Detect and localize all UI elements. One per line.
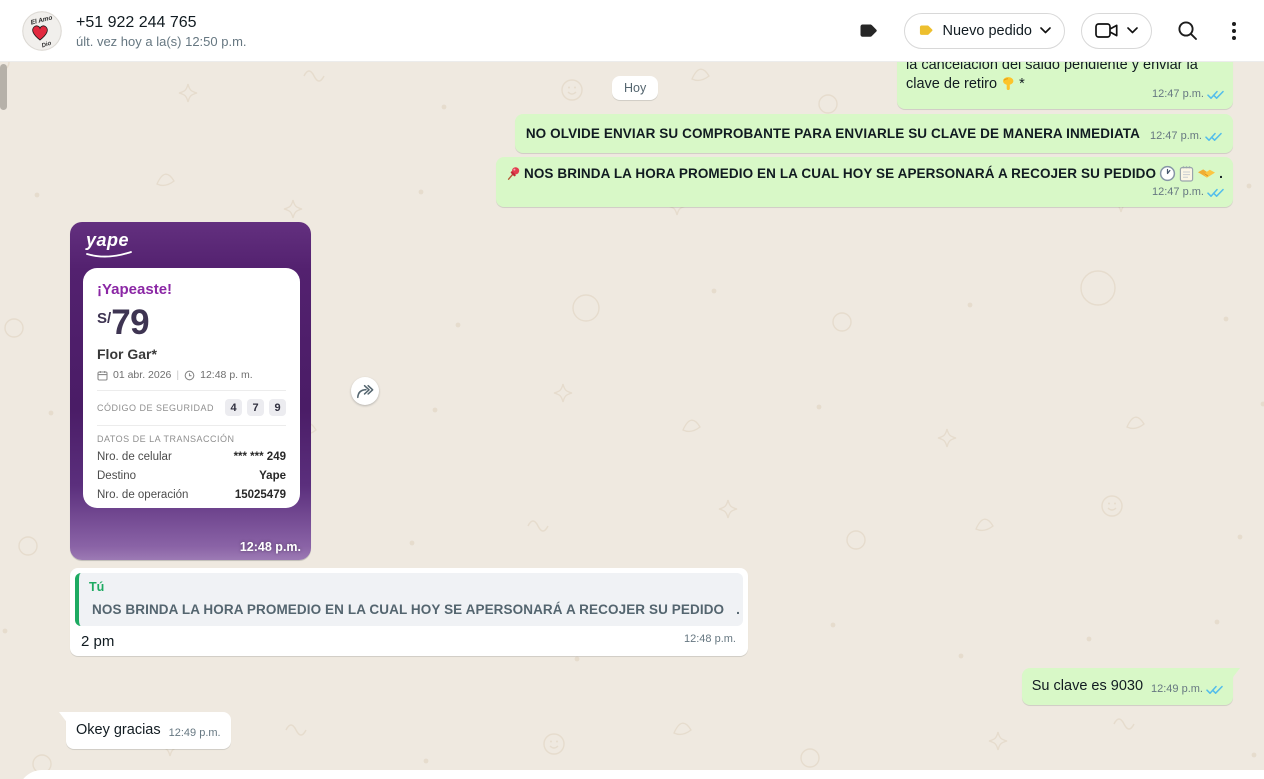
- message-text: Su clave es 9030: [1032, 677, 1143, 696]
- read-ticks-icon: [1207, 188, 1224, 198]
- message-text: Okey gracias: [76, 721, 161, 740]
- message-outgoing-clave[interactable]: Su clave es 9030 12:49 p.m.: [1022, 668, 1233, 705]
- read-ticks-icon: [1205, 132, 1222, 142]
- contact-name: +51 922 244 765: [76, 13, 247, 32]
- message-text: 2 pm: [75, 626, 743, 651]
- message-text: NOS BRINDA LA HORA PROMEDIO EN LA CUAL H…: [524, 164, 1156, 183]
- message-incoming-reply[interactable]: Tú NOS BRINDA LA HORA PROMEDIO EN LA CUA…: [70, 568, 748, 656]
- receipt-datetime: 01 abr. 2026 | 12:48 p. m.: [97, 369, 286, 381]
- message-time: 12:49 p.m.: [169, 724, 221, 743]
- search-button[interactable]: [1168, 12, 1206, 50]
- menu-button[interactable]: [1222, 12, 1246, 50]
- kebab-menu-icon: [1232, 22, 1236, 40]
- date-divider: Hoy: [612, 76, 658, 100]
- notepad-emoji-icon: [1179, 165, 1194, 182]
- message-outgoing-no-olvide[interactable]: NO OLVIDE ENVIAR SU COMPROBANTE PARA ENV…: [515, 114, 1233, 153]
- clock-emoji-icon: [1159, 165, 1176, 182]
- handshake-emoji-icon: [1197, 167, 1216, 181]
- read-ticks-icon: [1206, 685, 1223, 695]
- header-actions: Nuevo pedido: [850, 12, 1247, 50]
- security-code-label: CÓDIGO DE SEGURIDAD: [97, 403, 214, 413]
- video-call-dropdown[interactable]: [1081, 13, 1152, 49]
- receipt-card: ¡Yapeaste! S/ 79 Flor Gar* 01 abr. 2026 …: [83, 268, 300, 508]
- quoted-message[interactable]: Tú NOS BRINDA LA HORA PROMEDIO EN LA CUA…: [75, 573, 743, 626]
- receipt-amount: S/ 79: [97, 306, 286, 339]
- currency-symbol: S/: [97, 310, 111, 327]
- label-filter-button[interactable]: [850, 12, 888, 50]
- pushpin-emoji-icon: [506, 166, 521, 181]
- message-text: NO OLVIDE ENVIAR SU COMPROBANTE PARA ENV…: [526, 124, 1140, 143]
- receipt-title: ¡Yapeaste!: [97, 281, 286, 298]
- security-code-row: CÓDIGO DE SEGURIDAD 4 7 9: [97, 399, 286, 416]
- read-ticks-icon: [1207, 90, 1224, 100]
- search-icon: [1177, 20, 1198, 41]
- transaction-data-label: DATOS DE LA TRANSACCIÓN: [97, 434, 286, 444]
- bubble-tail: [1232, 668, 1240, 679]
- security-code-digits: 4 7 9: [225, 399, 286, 416]
- transaction-row: Nro. de operación 15025479: [97, 489, 286, 501]
- message-time: 12:48 p.m.: [684, 630, 736, 649]
- point-down-emoji-icon: [1001, 76, 1015, 91]
- contact-avatar[interactable]: El Amo Dio: [22, 11, 62, 51]
- transaction-row: Destino Yape: [97, 470, 286, 482]
- message-meta: 12:49 p.m.: [1151, 680, 1223, 699]
- message-meta: 12:47 p.m.: [1152, 85, 1224, 104]
- bubble-tail: [59, 712, 67, 723]
- receipt-time: 12:48 p. m.: [200, 369, 253, 381]
- message-meta: 12:47 p.m.: [1152, 183, 1224, 202]
- yape-receipt-image-message[interactable]: yape ¡Yapeaste! S/ 79 Flor Gar* 01 abr. …: [70, 222, 311, 560]
- transaction-row: Nro. de celular *** *** 249: [97, 451, 286, 463]
- message-incoming-okey[interactable]: Okey gracias 12:49 p.m.: [66, 712, 231, 749]
- message-time: 12:47 p.m.: [1152, 85, 1204, 104]
- message-time: 12:47 p.m.: [1150, 127, 1202, 146]
- order-status-dropdown[interactable]: Nuevo pedido: [904, 13, 1066, 49]
- last-seen-status: últ. vez hoy a la(s) 12:50 p.m.: [76, 34, 247, 49]
- contact-info[interactable]: +51 922 244 765 últ. vez hoy a la(s) 12:…: [76, 13, 247, 49]
- tag-icon: [918, 22, 935, 39]
- scrollbar-thumb[interactable]: [0, 64, 7, 110]
- forward-message-button[interactable]: [351, 377, 379, 405]
- calendar-icon: [97, 370, 108, 381]
- video-camera-icon: [1095, 22, 1119, 39]
- message-compose-bar[interactable]: [18, 770, 1264, 779]
- quote-text: NOS BRINDA LA HORA PROMEDIO EN LA CUAL H…: [89, 600, 733, 619]
- clock-icon: [184, 370, 195, 381]
- message-outgoing-hora-promedio[interactable]: NOS BRINDA LA HORA PROMEDIO EN LA CUAL H…: [496, 157, 1233, 207]
- yape-logo: yape: [86, 230, 129, 251]
- message-time: 12:47 p.m.: [1152, 183, 1204, 202]
- order-status-label: Nuevo pedido: [943, 23, 1033, 39]
- yape-logo-underline: [85, 250, 133, 258]
- message-time: 12:49 p.m.: [1151, 680, 1203, 699]
- payer-name: Flor Gar*: [97, 346, 286, 362]
- forward-icon: [356, 384, 374, 399]
- amount-value: 79: [111, 306, 149, 339]
- receipt-date: 01 abr. 2026: [113, 369, 171, 381]
- label-icon: [858, 20, 880, 42]
- message-time: 12:48 p.m.: [240, 540, 301, 554]
- chat-header: El Amo Dio +51 922 244 765 últ. vez hoy …: [0, 0, 1264, 62]
- chevron-down-icon: [1040, 27, 1051, 34]
- chevron-down-icon: [1127, 27, 1138, 34]
- quote-author: Tú: [89, 578, 733, 597]
- message-meta: 12:47 p.m.: [1150, 127, 1222, 146]
